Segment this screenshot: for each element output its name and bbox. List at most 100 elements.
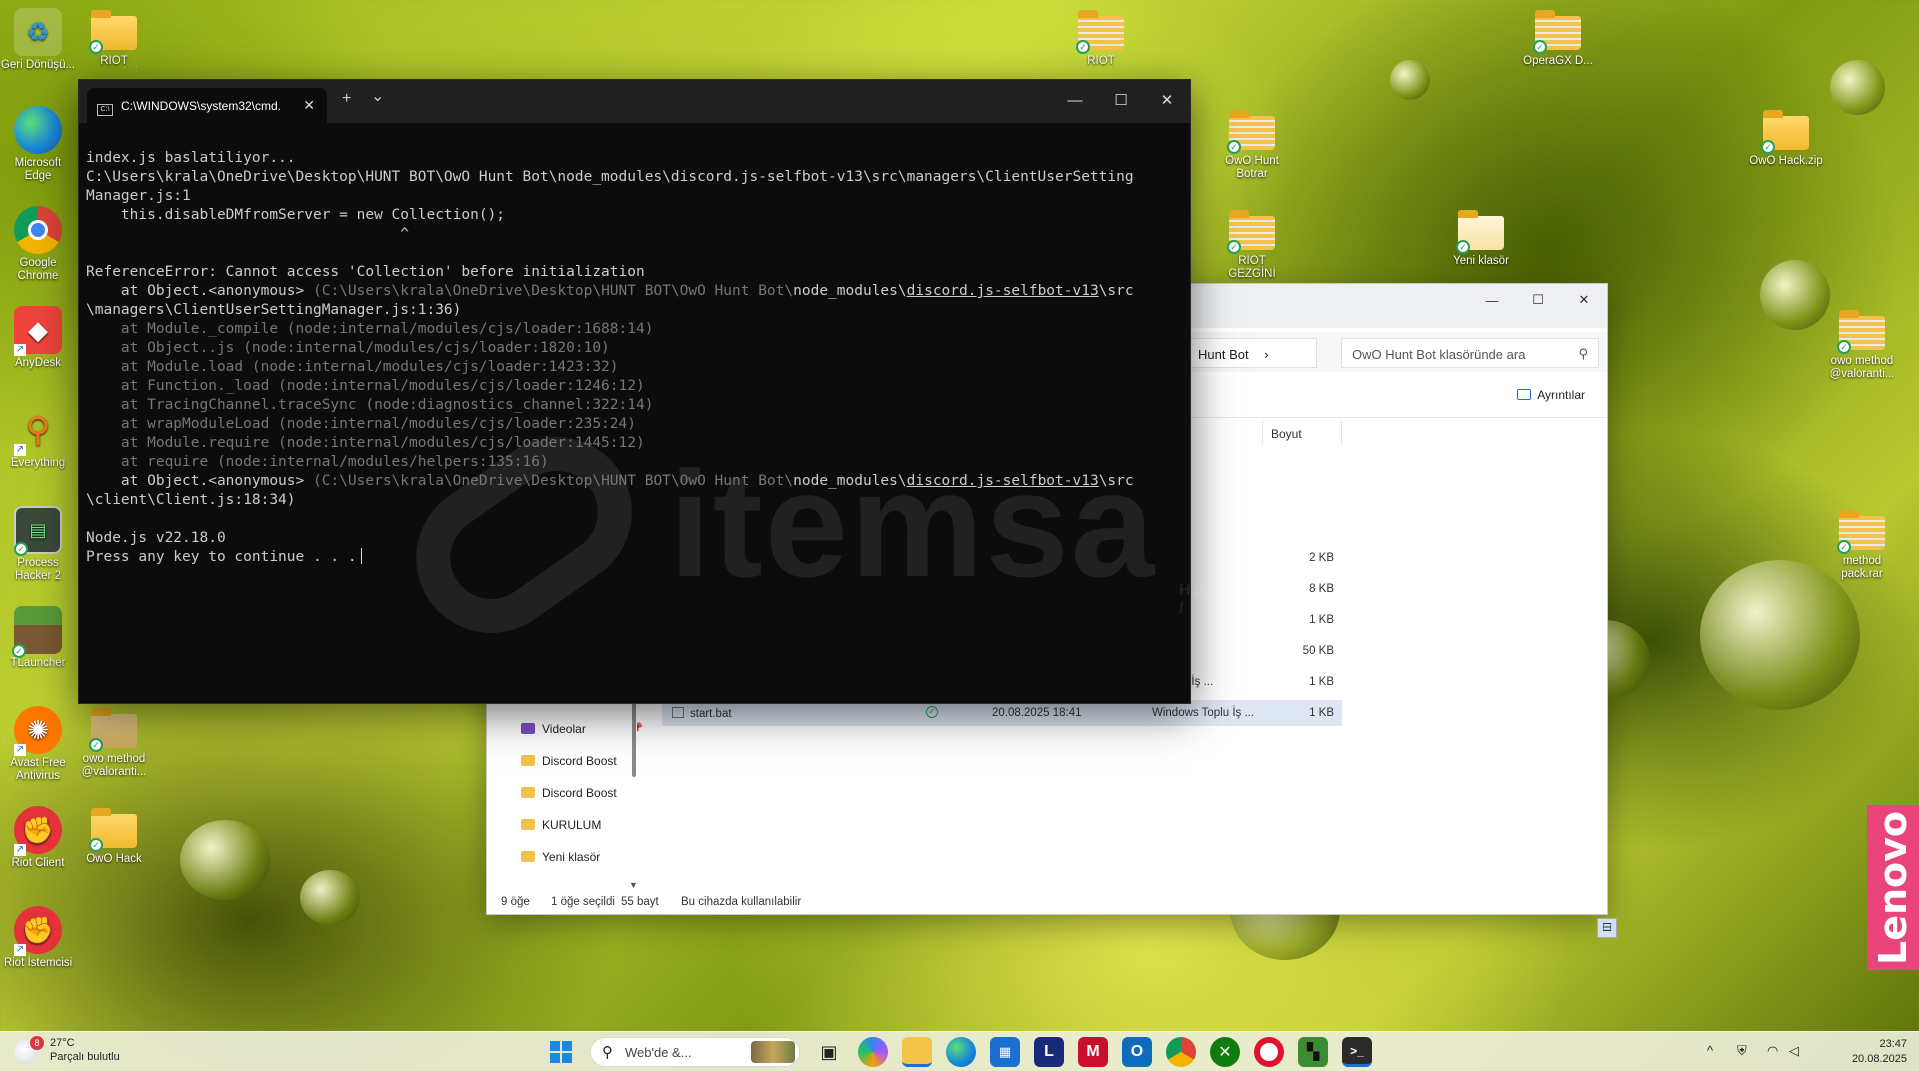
desktop-icon-method-pack-rar[interactable]: ✓ method pack.rar (1824, 508, 1900, 581)
tab-close-button[interactable]: ✕ (303, 97, 315, 114)
details-pane-button[interactable]: Ayrıntılar (1517, 388, 1585, 402)
nav-item-kurulum[interactable]: KURULUM (521, 818, 621, 844)
archive-icon: ✓ (1227, 210, 1275, 254)
terminal-line: at Module.require (node:internal/modules… (86, 435, 645, 451)
desktop-icon-avast[interactable]: ✺ ↗ Avast Free Antivirus (0, 706, 76, 783)
taskbar-search-box[interactable]: ⚲ Web'de &... (590, 1037, 800, 1067)
terminal-maximize-button[interactable]: ☐ (1098, 80, 1144, 120)
desktop-icon-tlauncher[interactable]: ✓ TLauncher (0, 606, 76, 670)
status-selected: 1 öğe seçildi (551, 896, 615, 908)
desktop-icon-owo-hunt-bot-rar[interactable]: ✓ OwO Hunt Botrar (1214, 108, 1290, 181)
desktop-icon-process-hacker[interactable]: ▤ ✓ Process Hacker 2 (0, 506, 76, 583)
start-button[interactable] (546, 1037, 576, 1067)
folder-icon: ✓ (89, 708, 137, 752)
terminal-line: at Module.load (node:internal/modules/cj… (86, 359, 619, 375)
desktop-icon-owo-hack-zip[interactable]: ✓ OwO Hack.zip (1748, 108, 1824, 168)
file-explorer-icon[interactable] (902, 1037, 932, 1067)
store-icon[interactable]: ▦ (990, 1037, 1020, 1067)
terminal-line: at require (node:internal/modules/helper… (86, 454, 549, 470)
chevron-right-icon[interactable]: › (1264, 347, 1268, 362)
riot-client-icon: ✊ ↗ (14, 806, 62, 856)
anydesk-icon: ◆ ↗ (14, 306, 62, 356)
mcafee-icon[interactable]: M (1078, 1037, 1108, 1067)
desktop-icon-operagx[interactable]: ✓ OperaGX D... (1520, 8, 1596, 68)
desktop-icon-anydesk[interactable]: ◆ ↗ AnyDesk (0, 306, 76, 370)
security-icon[interactable]: ⛨ (1737, 1043, 1747, 1059)
desktop-icon-riot-boost-rar-2[interactable]: ✓ RIOT GEZGİNİ BOOST (1).rar (1214, 208, 1290, 281)
task-view-icon[interactable]: ▣ (814, 1037, 844, 1067)
edge-icon[interactable] (946, 1037, 976, 1067)
desktop-icon-riot-istemcisi[interactable]: ✊ ↗ Riot İstemcisi (0, 906, 76, 970)
folder-icon: ✓ (1456, 210, 1504, 254)
terminal-line: at Object.<anonymous> (C:\Users\krala\On… (86, 283, 1134, 299)
breadcrumb[interactable]: Hunt Bot › (1189, 338, 1317, 368)
folder-icon (521, 787, 535, 798)
opera-gx-icon[interactable] (1254, 1037, 1284, 1067)
nav-item-discord-boost[interactable]: Discord Boost (521, 754, 621, 780)
text-cursor (360, 548, 362, 564)
desktop-icon-chrome[interactable]: Google Chrome (0, 206, 76, 283)
new-tab-button[interactable]: + (342, 90, 351, 108)
folder-icon (521, 755, 535, 766)
nav-scrollbar[interactable] (631, 702, 637, 892)
explorer-search-input[interactable]: OwO Hunt Bot klasöründe ara ⚲ (1341, 338, 1599, 368)
lenovo-logo: Lenovo (1867, 805, 1919, 970)
desktop-icon-riot-boost-rar[interactable]: ✓ RIOT GEZGİNİ BOOST (1).r... (1063, 8, 1139, 68)
sync-check-icon: ✓ (89, 738, 103, 752)
desktop-icon-everything[interactable]: ⚲ ↗ Everything (0, 406, 76, 470)
terminal-line: at wrapModuleLoad (node:internal/modules… (86, 416, 636, 432)
wifi-icon[interactable]: ◠ (1767, 1043, 1778, 1059)
terminal-icon[interactable]: >_ (1342, 1037, 1372, 1067)
avast-icon: ✺ ↗ (14, 706, 62, 756)
terminal-titlebar[interactable]: C:\ C:\WINDOWS\system32\cmd. ✕ + ⌄ — ☐ ✕ (79, 80, 1190, 123)
volume-icon[interactable]: ◁ (1789, 1043, 1799, 1059)
desktop-icon-owo-hack-folder[interactable]: ✓ OwO Hack (76, 806, 152, 866)
terminal-output[interactable]: index.js baslatiliyor... C:\Users\krala\O… (86, 130, 1182, 695)
tab-dropdown-button[interactable]: ⌄ (371, 86, 384, 106)
nav-item-videolar[interactable]: Videolar📌 (521, 722, 643, 748)
explorer-maximize-button[interactable]: ☐ (1515, 284, 1561, 316)
terminal-window[interactable]: C:\ C:\WINDOWS\system32\cmd. ✕ + ⌄ — ☐ ✕ … (78, 79, 1250, 704)
sync-check-icon: ✓ (1837, 340, 1851, 354)
recycle-bin-icon: ♻ (14, 8, 62, 56)
explorer-minimize-button[interactable]: — (1469, 284, 1515, 316)
copilot-icon[interactable] (858, 1037, 888, 1067)
outlook-icon[interactable]: O (1122, 1037, 1152, 1067)
taskbar-pinned-apps: ⚲ Web'de &... ▣ ▦ L M O ✕ ▚ >_ (546, 1037, 1386, 1067)
system-clock[interactable]: 23:47 20.08.2025 (1847, 1037, 1907, 1067)
shortcut-arrow-icon: ↗ (14, 444, 26, 456)
desktop-icon-owo-method-folder[interactable]: ✓ owo method @valoranti... (76, 706, 152, 779)
taskbar: 8 27°C Parçalı bulutlu ⚲ Web'de &... ▣ ▦… (0, 1031, 1919, 1071)
desktop-icon-owo-method-rar[interactable]: ✓ owo method @valoranti... (1824, 308, 1900, 381)
launcher-l-icon[interactable]: L (1034, 1037, 1064, 1067)
status-availability: Bu cihazda kullanılabilir (681, 896, 802, 908)
shortcut-arrow-icon: ↗ (14, 944, 26, 956)
tiles-view-button[interactable]: ☐ (1597, 918, 1617, 938)
folder-icon (521, 819, 535, 830)
minecraft-icon[interactable]: ▚ (1298, 1037, 1328, 1067)
chrome-icon[interactable] (1166, 1037, 1196, 1067)
weather-widget[interactable]: 8 27°C Parçalı bulutlu (14, 1036, 120, 1064)
desktop-icon-riot-boost-folder[interactable]: ✓ RIOT GEZGİNİ BOOST (1) (76, 8, 152, 68)
column-header-size[interactable]: Boyut (1262, 421, 1342, 445)
terminal-close-button[interactable]: ✕ (1144, 80, 1190, 120)
xbox-icon[interactable]: ✕ (1210, 1037, 1240, 1067)
breadcrumb-item-hunt-bot[interactable]: Hunt Bot (1198, 347, 1249, 362)
terminal-tab[interactable]: C:\ C:\WINDOWS\system32\cmd. ✕ (87, 88, 327, 123)
zip-folder-icon: ✓ (1761, 110, 1809, 154)
tlauncher-icon: ✓ (12, 606, 62, 658)
desktop-icon-yeni-klasor[interactable]: ✓ Yeni klasör (1443, 208, 1519, 268)
terminal-line: Manager.js:1 (86, 188, 191, 204)
desktop-icon-recycle-bin[interactable]: ♻ Geri Dönüşü... (0, 8, 76, 72)
terminal-minimize-button[interactable]: — (1052, 80, 1098, 120)
nav-item-discord-boost-2[interactable]: Discord Boost (521, 786, 621, 812)
desktop-icon-riot-client[interactable]: ✊ ↗ Riot Client (0, 806, 76, 870)
batch-file-icon (672, 707, 684, 718)
nav-item-yeni-klasor[interactable]: Yeni klasör (521, 850, 621, 876)
scrollbar-thumb[interactable] (632, 702, 636, 777)
scroll-down-arrow-icon[interactable]: ▼ (629, 880, 638, 890)
desktop-icon-edge[interactable]: Microsoft Edge (0, 106, 76, 183)
explorer-close-button[interactable]: ✕ (1561, 284, 1607, 316)
show-hidden-icons-button[interactable]: ^ (1707, 1043, 1713, 1058)
